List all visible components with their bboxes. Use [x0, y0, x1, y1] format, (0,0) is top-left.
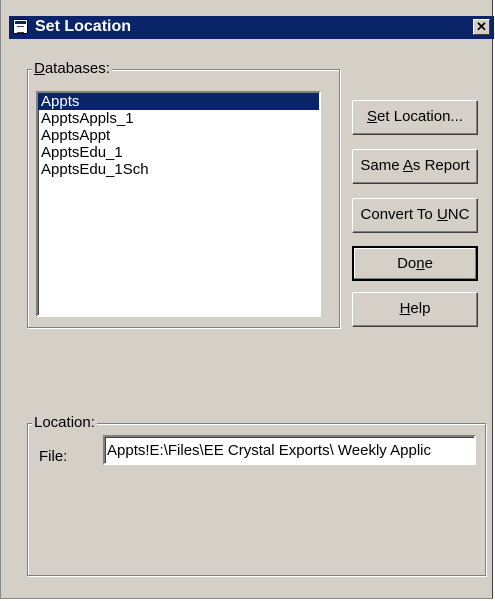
location-group-label: Location: — [32, 414, 97, 431]
list-item-apptsedu-1[interactable]: ApptsEdu_1 — [38, 144, 319, 161]
close-icon[interactable]: ✕ — [473, 19, 490, 35]
list-item-apptsappt[interactable]: ApptsAppt — [38, 127, 319, 144]
set-location-button[interactable]: Set Location... — [352, 100, 478, 135]
title-bar[interactable]: Set Location ✕ — [9, 16, 494, 39]
list-item-appts[interactable]: Appts — [38, 93, 319, 110]
databases-group-label: Databases: — [32, 60, 112, 77]
list-item-apptsappls-1[interactable]: ApptsAppls_1 — [38, 110, 319, 127]
set-location-dialog: Set Location ✕ Databases: Appts ApptsApp… — [0, 0, 494, 599]
help-button[interactable]: Help — [352, 292, 478, 327]
list-item-apptsedu-1sch[interactable]: ApptsEdu_1Sch — [38, 161, 319, 178]
convert-to-unc-button[interactable]: Convert To UNC — [352, 198, 478, 233]
file-path-field[interactable]: Appts!E:\Files\EE Crystal Exports\ Weekl… — [103, 435, 476, 465]
databases-listbox[interactable]: Appts ApptsAppls_1 ApptsAppt ApptsEdu_1 … — [36, 91, 321, 317]
done-button[interactable]: Done — [352, 246, 478, 281]
app-window-icon — [13, 19, 28, 34]
window-title: Set Location — [35, 18, 132, 35]
same-as-report-button[interactable]: Same As Report — [352, 149, 478, 184]
file-label: File: — [39, 448, 68, 465]
